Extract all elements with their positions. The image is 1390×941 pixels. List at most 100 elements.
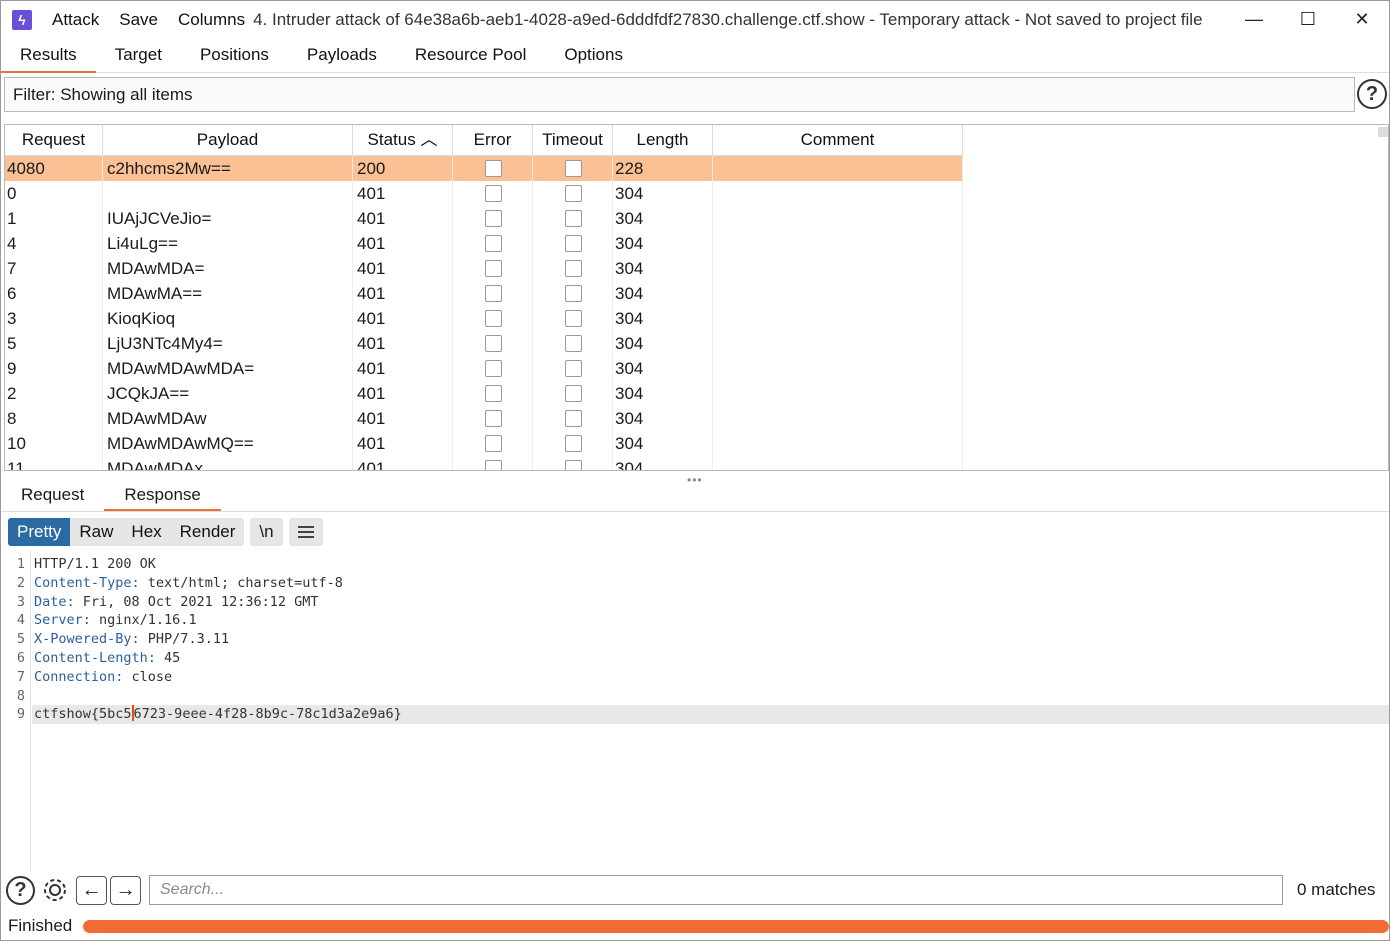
render-button[interactable]: Render [171, 518, 245, 546]
table-row[interactable]: 1 IUAjJCVeJio= 401 304 [5, 206, 963, 231]
search-input[interactable]: Search... [149, 875, 1283, 905]
editor-line: 6 Content-Length: 45 [1, 649, 1389, 668]
table-row[interactable]: 8 MDAwMDAw 401 304 [5, 406, 963, 431]
table-row[interactable]: 10 MDAwMDAwMQ== 401 304 [5, 431, 963, 456]
checkbox [565, 310, 582, 327]
tab-payloads[interactable]: Payloads [288, 38, 396, 73]
checkbox [485, 285, 502, 302]
cell-error [453, 431, 533, 456]
hamburger-menu-icon[interactable] [288, 518, 323, 546]
cell-timeout [533, 431, 613, 456]
checkbox [565, 385, 582, 402]
table-row[interactable]: 7 MDAwMDA= 401 304 [5, 256, 963, 281]
checkbox [565, 185, 582, 202]
cell-request: 9 [5, 356, 103, 381]
menu-save[interactable]: Save [119, 10, 158, 30]
newline-toggle-button[interactable]: \n [250, 518, 283, 546]
table-row[interactable]: 11 MDAwMDAx 401 304 [5, 456, 963, 470]
table-row[interactable]: 6 MDAwMA== 401 304 [5, 281, 963, 306]
cell-comment [713, 431, 963, 456]
checkbox [485, 310, 502, 327]
checkbox [565, 335, 582, 352]
header-name: Connection: [34, 668, 124, 685]
maximize-button[interactable]: ☐ [1281, 1, 1335, 38]
table-row[interactable]: 4080 c2hhcms2Mw== 200 228 [5, 156, 963, 181]
tab-positions[interactable]: Positions [181, 38, 288, 73]
editor-line: 3 Date: Fri, 08 Oct 2021 12:36:12 GMT [1, 593, 1389, 612]
cell-payload: Li4uLg== [103, 231, 353, 256]
cell-request: 4 [5, 231, 103, 256]
cell-length: 304 [613, 306, 713, 331]
filter-bar[interactable]: Filter: Showing all items [4, 77, 1355, 112]
cell-payload: LjU3NTc4My4= [103, 331, 353, 356]
cell-timeout [533, 281, 613, 306]
hex-button[interactable]: Hex [122, 518, 170, 546]
cell-length: 304 [613, 356, 713, 381]
column-header-request[interactable]: Request [5, 125, 103, 156]
menu-columns[interactable]: Columns [178, 10, 245, 30]
table-scrollbar[interactable] [1377, 125, 1388, 470]
table-row[interactable]: 9 MDAwMDAwMDA= 401 304 [5, 356, 963, 381]
checkbox [565, 285, 582, 302]
cell-comment [713, 281, 963, 306]
title-bar: ϟ Attack Save Columns 4. Intruder attack… [1, 1, 1389, 38]
pretty-button[interactable]: Pretty [8, 518, 71, 546]
column-header-comment[interactable]: Comment [713, 125, 963, 156]
close-button[interactable]: ✕ [1335, 1, 1389, 38]
table-row[interactable]: 4 Li4uLg== 401 304 [5, 231, 963, 256]
menu-attack[interactable]: Attack [52, 10, 99, 30]
minimize-button[interactable]: — [1227, 1, 1281, 38]
view-buttons: Pretty Raw Hex Render \n [8, 518, 323, 546]
column-header-payload[interactable]: Payload [103, 125, 353, 156]
table-row[interactable]: 5 LjU3NTc4My4= 401 304 [5, 331, 963, 356]
cell-timeout [533, 331, 613, 356]
cell-status: 401 [353, 356, 453, 381]
tab-resource-pool[interactable]: Resource Pool [396, 38, 546, 73]
line-number: 3 [16, 593, 25, 610]
cell-request: 3 [5, 306, 103, 331]
column-header-error[interactable]: Error [453, 125, 533, 156]
tab-options[interactable]: Options [545, 38, 642, 73]
cell-request: 0 [5, 181, 103, 206]
response-editor[interactable]: 1 HTTP/1.1 200 OK 2 Content-Type: text/html… [1, 551, 1389, 871]
table-row[interactable]: 2 JCQkJA== 401 304 [5, 381, 963, 406]
scrollbar-thumb[interactable] [1378, 127, 1388, 137]
cell-comment [713, 181, 963, 206]
header-name: Server: [34, 612, 91, 629]
cell-comment [713, 206, 963, 231]
cell-length: 304 [613, 456, 713, 470]
column-header-timeout[interactable]: Timeout [533, 125, 613, 156]
tab-results[interactable]: Results [1, 38, 96, 73]
attack-tabs: Results Target Positions Payloads Resour… [1, 38, 1389, 73]
flag-text-part: 6723-9eee-4f28-8b9c-78c1d3a2e9a6} [133, 706, 402, 723]
cell-error [453, 306, 533, 331]
table-row[interactable]: 3 KioqKioq 401 304 [5, 306, 963, 331]
checkbox [565, 210, 582, 227]
tab-target[interactable]: Target [96, 38, 181, 73]
next-match-button[interactable]: → [110, 875, 141, 905]
cell-error [453, 281, 533, 306]
column-header-status[interactable]: Status ︿ [353, 125, 453, 156]
cell-error [453, 406, 533, 431]
gear-icon[interactable] [38, 875, 72, 905]
checkbox [485, 435, 502, 452]
column-header-length[interactable]: Length [613, 125, 713, 156]
filter-help-icon[interactable]: ? [1357, 79, 1387, 109]
checkbox [485, 385, 502, 402]
checkbox [565, 235, 582, 252]
checkbox [565, 160, 582, 177]
cell-request: 11 [5, 456, 103, 470]
cell-error [453, 206, 533, 231]
cell-error [453, 231, 533, 256]
tab-response[interactable]: Response [104, 479, 221, 511]
header-value: HTTP/1.1 200 OK [34, 556, 156, 572]
help-icon[interactable]: ? [6, 876, 35, 905]
header-value: nginx/1.16.1 [90, 612, 197, 629]
previous-match-button[interactable]: ← [76, 875, 107, 905]
cell-status: 401 [353, 256, 453, 281]
cell-request: 2 [5, 381, 103, 406]
tab-request[interactable]: Request [1, 479, 104, 511]
table-row[interactable]: 0 401 304 [5, 181, 963, 206]
code-text: Connection: close [34, 668, 172, 687]
raw-button[interactable]: Raw [70, 518, 122, 546]
